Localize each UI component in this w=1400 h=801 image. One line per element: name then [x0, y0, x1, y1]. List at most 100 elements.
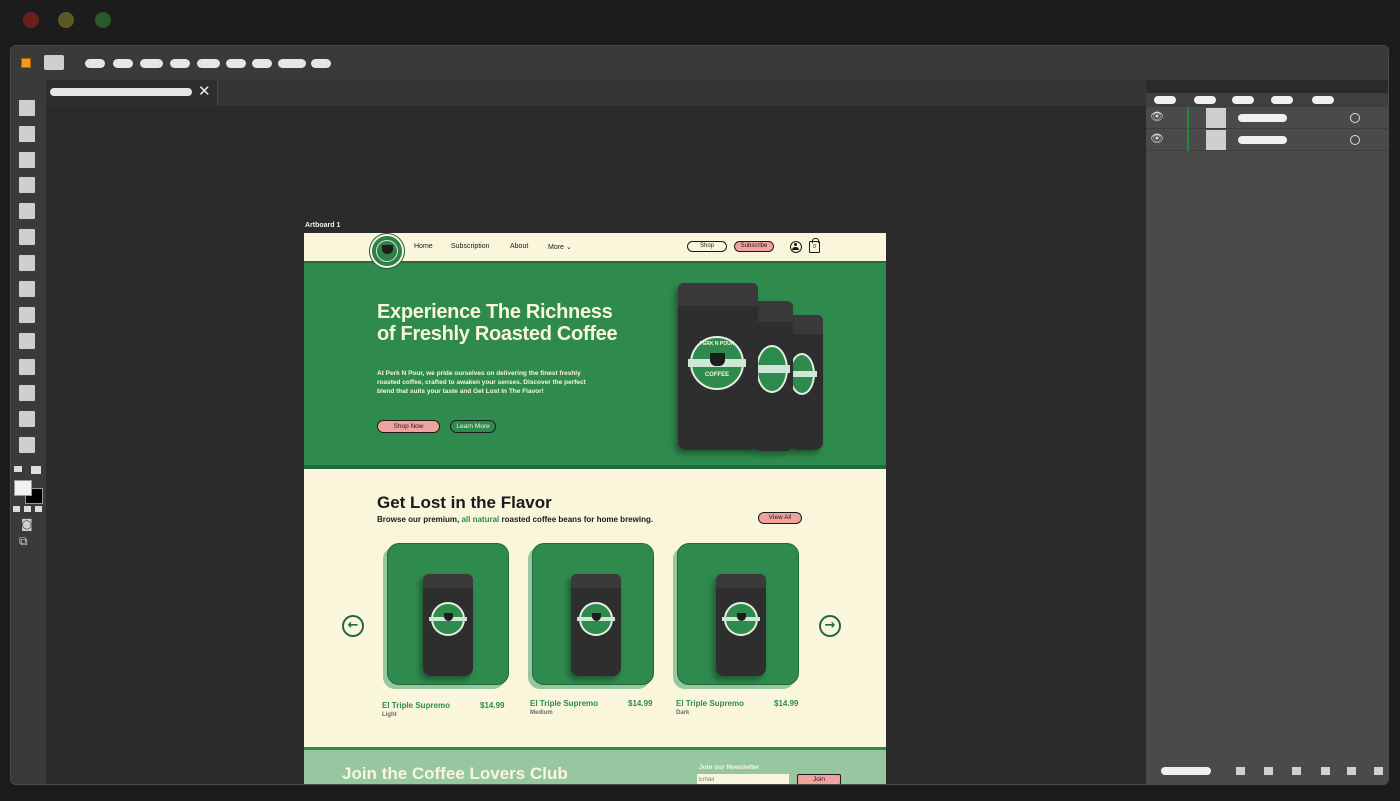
arrow-left-icon[interactable]: ← — [342, 615, 364, 637]
direct-selection-tool[interactable] — [19, 126, 35, 142]
product-coffee-bag — [423, 574, 473, 676]
menu-item-3[interactable] — [140, 59, 163, 68]
eraser-tool[interactable] — [19, 359, 35, 375]
hand-tool[interactable] — [19, 437, 35, 453]
target-circle-icon[interactable] — [1350, 135, 1360, 145]
coffee-cup-icon — [709, 353, 725, 366]
color-mode-button[interactable] — [13, 506, 20, 512]
magic-wand-tool[interactable] — [19, 152, 35, 168]
paintbrush-tool[interactable] — [19, 307, 35, 323]
menu-item-4[interactable] — [170, 59, 190, 68]
product-coffee-bag — [571, 574, 621, 676]
document-tab-bar: ✕ — [46, 80, 1146, 106]
product-roast: Light — [382, 712, 397, 718]
product-price: $14.99 — [480, 701, 505, 710]
close-icon[interactable]: ✕ — [198, 83, 211, 101]
app-logo-icon[interactable] — [21, 58, 31, 68]
tools-panel: ◙ ⧉ — [11, 80, 46, 784]
join-button[interactable]: Join — [797, 774, 841, 784]
layer-name[interactable] — [1238, 136, 1287, 144]
panel-tab-4[interactable] — [1271, 96, 1293, 104]
rectangle-tool[interactable] — [19, 281, 35, 297]
traffic-light-zoom[interactable] — [95, 12, 111, 28]
coffee-cup-icon — [382, 245, 393, 254]
document-switcher-button[interactable] — [44, 55, 64, 70]
user-icon[interactable] — [790, 241, 802, 253]
menu-item-6[interactable] — [226, 59, 246, 68]
document-tab[interactable]: ✕ — [46, 80, 218, 106]
menu-item-2[interactable] — [113, 59, 133, 68]
scale-tool[interactable] — [19, 411, 35, 427]
layer-color-bar — [1187, 129, 1189, 151]
product-roast: Dark — [676, 710, 690, 716]
selection-tool[interactable] — [19, 100, 35, 116]
product-coffee-bag — [716, 574, 766, 676]
panel-footer-button-6[interactable] — [1374, 767, 1383, 775]
target-circle-icon[interactable] — [1350, 113, 1360, 123]
menu-bar — [11, 46, 1388, 80]
none-mode-button[interactable] — [35, 506, 42, 512]
line-tool[interactable] — [19, 255, 35, 271]
screen-mode-icon[interactable]: ⧉ — [19, 534, 28, 549]
club-section: Join the Coffee Lovers Club Join our New… — [304, 747, 886, 784]
panel-tab-1[interactable] — [1154, 96, 1176, 104]
shop-button[interactable]: Shop — [687, 241, 727, 252]
bag-brand-bottom: COFFEE — [704, 372, 730, 378]
view-all-button[interactable]: View All — [758, 512, 802, 524]
panel-tab-5[interactable] — [1312, 96, 1334, 104]
artboard-label[interactable]: Artboard 1 — [305, 222, 340, 229]
nav-link-subscription[interactable]: Subscription — [451, 243, 490, 250]
panel-footer-button-2[interactable] — [1264, 767, 1273, 775]
product-card-medium[interactable] — [532, 543, 654, 685]
lasso-tool[interactable] — [19, 177, 35, 193]
swap-colors-icon[interactable] — [31, 466, 41, 474]
cart-icon[interactable]: 0 — [809, 238, 820, 253]
menu-item-9[interactable] — [311, 59, 331, 68]
layer-name[interactable] — [1238, 114, 1287, 122]
menu-item-1[interactable] — [85, 59, 105, 68]
menu-item-7[interactable] — [252, 59, 272, 68]
learn-more-button[interactable]: Learn More — [450, 420, 496, 433]
panel-footer-button-3[interactable] — [1292, 767, 1301, 775]
product-card-dark[interactable] — [677, 543, 799, 685]
panel-tab-3[interactable] — [1232, 96, 1254, 104]
draw-mode-icon[interactable]: ◙ — [21, 517, 33, 531]
hero-section: Experience The Richness of Freshly Roast… — [304, 261, 886, 469]
menu-item-8[interactable] — [278, 59, 306, 68]
type-tool[interactable] — [19, 229, 35, 245]
product-name[interactable]: El Triple Supremo — [530, 699, 598, 708]
panel-footer-button-5[interactable] — [1347, 767, 1356, 775]
gradient-mode-button[interactable] — [24, 506, 31, 512]
brand-logo[interactable] — [370, 234, 404, 268]
layer-row[interactable]: 👁 — [1146, 129, 1388, 151]
default-colors-icon[interactable] — [14, 466, 22, 472]
nav-link-about[interactable]: About — [510, 243, 528, 250]
product-name[interactable]: El Triple Supremo — [676, 699, 744, 708]
rotate-tool[interactable] — [19, 385, 35, 401]
newsletter-email-input[interactable] — [697, 774, 789, 784]
eye-icon[interactable]: 👁 — [1150, 110, 1164, 123]
traffic-light-minimize[interactable] — [58, 12, 74, 28]
panel-footer-button-4[interactable] — [1321, 767, 1330, 775]
arrow-right-icon[interactable]: → — [819, 615, 841, 637]
product-card-light[interactable] — [387, 543, 509, 685]
artboard[interactable]: Home Subscription About More ⌄ Shop Subsc… — [304, 233, 886, 784]
nav-link-more[interactable]: More ⌄ — [548, 243, 572, 251]
shop-now-button[interactable]: Shop Now — [377, 420, 440, 433]
panel-footer-button-1[interactable] — [1236, 767, 1245, 775]
traffic-light-close[interactable] — [23, 12, 39, 28]
fill-color-swatch[interactable] — [14, 480, 32, 496]
products-subtitle: Browse our premium, all natural roasted … — [377, 515, 653, 524]
menu-item-5[interactable] — [197, 59, 220, 68]
pencil-tool[interactable] — [19, 333, 35, 349]
layer-row[interactable]: 👁 — [1146, 107, 1388, 129]
panel-tab-2[interactable] — [1194, 96, 1216, 104]
layer-thumbnail — [1206, 108, 1226, 128]
bag-logo-badge: PERK N POUR COFFEE — [688, 336, 746, 390]
eye-icon[interactable]: 👁 — [1150, 132, 1164, 145]
product-name[interactable]: El Triple Supremo — [382, 701, 450, 710]
canvas-area[interactable]: Artboard 1 Home Subscription About More ⌄… — [46, 106, 1146, 784]
pen-tool[interactable] — [19, 203, 35, 219]
subscribe-button[interactable]: Subscribe — [734, 241, 774, 252]
nav-link-home[interactable]: Home — [414, 243, 433, 250]
